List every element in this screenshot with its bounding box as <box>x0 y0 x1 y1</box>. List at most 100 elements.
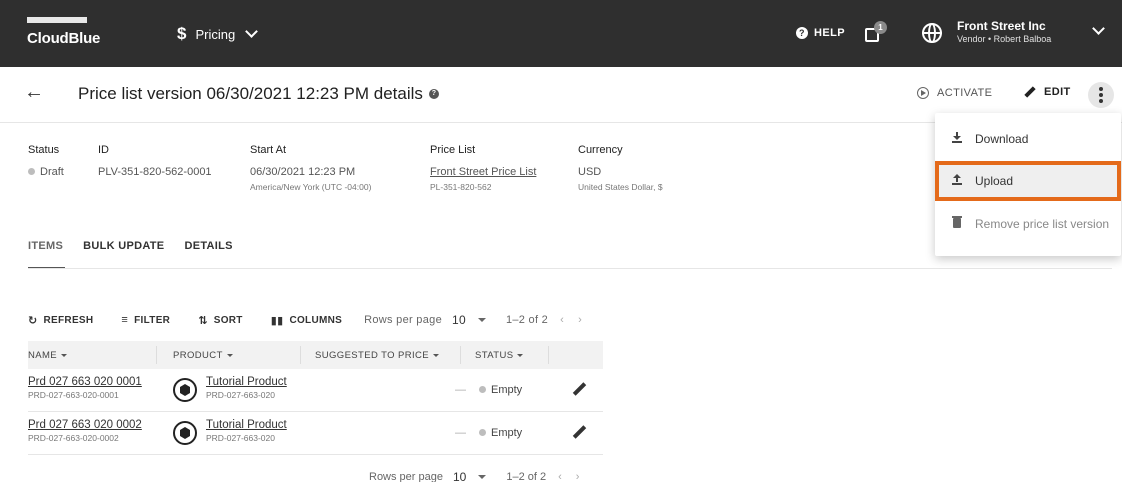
pagination-range: 1–2 of 2 <box>505 314 549 326</box>
rows-per-page-select[interactable]: 10 <box>453 470 466 482</box>
app-switcher[interactable]: $ Pricing <box>177 22 259 46</box>
filter-icon: ≡ <box>121 314 129 326</box>
filter-label: FILTER <box>134 314 171 326</box>
sort-button[interactable]: ⇅ SORT <box>198 314 243 327</box>
page-title: Price list version 06/30/2021 12:23 PM d… <box>78 84 439 104</box>
id-label: ID <box>98 144 109 156</box>
account-switcher[interactable]: Front Street Inc Vendor • Robert Balboa <box>922 15 1110 51</box>
item-status-text: Empty <box>491 427 523 439</box>
kebab-dot <box>1099 93 1103 97</box>
price-list-link[interactable]: Front Street Price List <box>430 166 536 178</box>
next-page-icon[interactable]: › <box>576 471 580 482</box>
price-list-id: PL-351-820-562 <box>430 182 492 192</box>
sort-caret-icon <box>433 353 440 357</box>
dollar-icon: $ <box>177 24 187 43</box>
menu-item-label: Download <box>975 132 1029 146</box>
product-cell: Tutorial Product PRD-027-663-020 <box>206 376 287 400</box>
item-name-link[interactable]: Prd 027 663 020 0001 <box>28 376 142 388</box>
account-name: Front Street Inc <box>957 19 1046 33</box>
help-circle-icon[interactable]: ? <box>428 89 439 99</box>
id-field: ID PLV-351-820-562-0001 <box>98 144 212 178</box>
edit-button[interactable]: EDIT <box>1024 86 1071 98</box>
menu-item-upload[interactable]: Upload <box>935 161 1121 201</box>
column-header-status[interactable]: STATUS <box>475 350 524 361</box>
table-row: Prd 027 663 020 0002 PRD-027-663-020-000… <box>28 412 603 455</box>
column-header-name[interactable]: NAME <box>28 350 68 361</box>
tab-items[interactable]: ITEMS <box>28 240 66 269</box>
tab-details[interactable]: DETAILS <box>184 240 232 269</box>
notifications-button[interactable]: 1 <box>865 21 887 46</box>
item-name-cell: Prd 027 663 020 0002 PRD-027-663-020-000… <box>28 419 142 443</box>
column-header-label: STATUS <box>475 350 514 361</box>
refresh-button[interactable]: ↻ REFRESH <box>28 314 93 327</box>
refresh-label: REFRESH <box>43 314 94 326</box>
column-header-product[interactable]: PRODUCT <box>173 350 233 361</box>
product-icon <box>173 378 197 402</box>
help-label: HELP <box>814 27 845 39</box>
product-icon <box>173 421 197 445</box>
status-dot-icon <box>479 429 486 436</box>
price-list-field: Price List Front Street Price List PL-35… <box>430 144 536 192</box>
currency-value: USD <box>578 166 602 178</box>
suggested-price-value: — <box>455 384 466 396</box>
cloudblue-logo[interactable]: CloudBlue <box>27 17 123 51</box>
prev-page-icon[interactable]: ‹ <box>560 314 564 326</box>
columns-button[interactable]: ▮▮ COLUMNS <box>271 314 342 327</box>
item-status: Empty <box>479 427 522 439</box>
column-divider <box>460 346 461 364</box>
item-status-text: Empty <box>491 384 523 396</box>
column-header-label: PRODUCT <box>173 350 223 361</box>
price-list-label: Price List <box>430 144 476 156</box>
back-arrow-icon[interactable]: ← <box>24 81 44 104</box>
product-link[interactable]: Tutorial Product <box>206 419 287 431</box>
bottom-pagination: Rows per page 10 1–2 of 2 ‹ › <box>369 470 579 482</box>
rows-per-page-select[interactable]: 10 <box>452 313 466 327</box>
item-id: PRD-027-663-020-0002 <box>28 433 119 443</box>
suggested-price-value: — <box>455 427 466 439</box>
column-divider <box>300 346 301 364</box>
upload-icon <box>951 174 963 188</box>
filter-button[interactable]: ≡ FILTER <box>121 314 170 326</box>
tab-divider <box>28 268 1112 269</box>
item-id: PRD-027-663-020-0001 <box>28 390 119 400</box>
item-name-link[interactable]: Prd 027 663 020 0002 <box>28 419 142 431</box>
next-page-icon[interactable]: › <box>578 314 582 326</box>
edit-label: EDIT <box>1044 86 1071 98</box>
help-button[interactable]: ? HELP <box>796 27 845 39</box>
sort-caret-icon <box>517 353 524 357</box>
currency-description: United States Dollar, $ <box>578 182 663 192</box>
product-id: PRD-027-663-020 <box>206 433 275 443</box>
edit-pencil-icon[interactable] <box>571 424 587 440</box>
account-subtitle: Vendor • Robert Balboa <box>957 34 1052 44</box>
table-toolbar: ↻ REFRESH ≡ FILTER ⇅ SORT ▮▮ COLUMNS Rows pe… <box>28 313 596 327</box>
currency-label: Currency <box>578 144 623 156</box>
product-id: PRD-027-663-020 <box>206 390 275 400</box>
caret-down-icon[interactable] <box>477 318 486 322</box>
status-label: Status <box>28 144 60 156</box>
edit-pencil-icon[interactable] <box>571 381 587 397</box>
start-at-timezone: America/New York (UTC -04:00) <box>250 182 372 192</box>
sort-caret-icon <box>226 353 233 357</box>
page-title-text: Price list version 06/30/2021 12:23 PM d… <box>78 84 423 103</box>
more-actions-menu: Download Upload Remove price list versio… <box>935 113 1121 256</box>
menu-item-remove[interactable]: Remove price list version <box>935 204 1121 244</box>
columns-icon: ▮▮ <box>270 314 284 327</box>
more-actions-button[interactable] <box>1088 82 1114 108</box>
activate-button[interactable]: ACTIVATE <box>917 87 992 99</box>
tab-bulk-update[interactable]: BULK UPDATE <box>83 240 164 269</box>
chevron-down-icon <box>1092 22 1105 35</box>
start-at-field: Start At 06/30/2021 12:23 PM America/New… <box>250 144 371 192</box>
sort-caret-icon <box>61 353 68 357</box>
rows-per-page-label: Rows per page <box>369 471 443 482</box>
item-status: Empty <box>479 384 522 396</box>
refresh-icon: ↻ <box>28 314 38 327</box>
product-link[interactable]: Tutorial Product <box>206 376 287 388</box>
sort-icon: ⇅ <box>198 314 208 327</box>
menu-item-download[interactable]: Download <box>935 119 1121 159</box>
column-header-suggested-price[interactable]: SUGGESTED TO PRICE <box>315 350 440 361</box>
caret-down-icon[interactable] <box>478 475 487 479</box>
start-at-label: Start At <box>250 144 287 156</box>
play-circle-icon <box>917 87 929 99</box>
logo-bar <box>27 17 87 23</box>
prev-page-icon[interactable]: ‹ <box>558 471 562 482</box>
